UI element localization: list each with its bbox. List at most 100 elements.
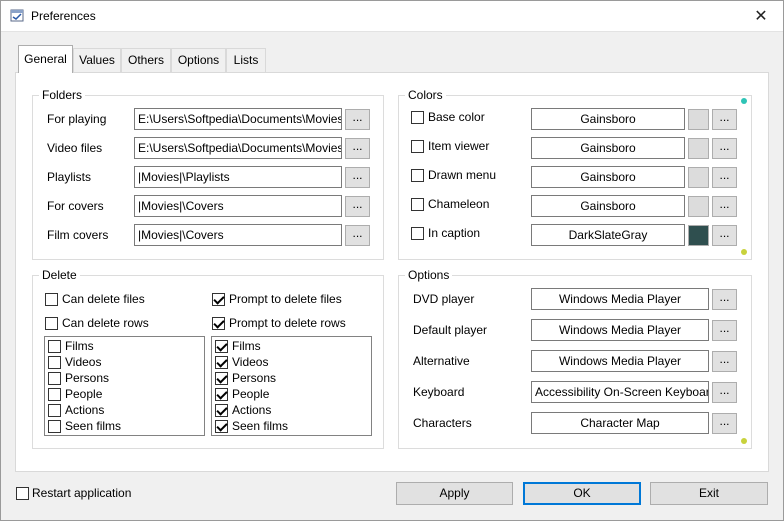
browse-button[interactable]: ... [345, 167, 370, 188]
folder-film-covers-input[interactable]: |Movies|\Covers [134, 224, 342, 246]
color-swatch[interactable] [688, 109, 709, 130]
option-label: Alternative [413, 354, 470, 368]
browse-button[interactable]: ... [712, 320, 737, 341]
preferences-app-icon [10, 9, 24, 22]
item-viewer-checkbox[interactable] [411, 140, 424, 153]
list-item-checkbox[interactable] [215, 404, 228, 417]
color-label: Base color [428, 110, 485, 124]
browse-button[interactable]: ... [712, 109, 737, 130]
list-item-checkbox[interactable] [215, 372, 228, 385]
dvd-player-value[interactable]: Windows Media Player [531, 288, 709, 310]
browse-button[interactable]: ... [345, 109, 370, 130]
tab-label: Values [79, 53, 115, 67]
list-item-checkbox[interactable] [48, 388, 61, 401]
folder-for-covers-input[interactable]: |Movies|\Covers [134, 195, 342, 217]
browse-button[interactable]: ... [712, 196, 737, 217]
browse-button[interactable]: ... [712, 225, 737, 246]
color-label: Item viewer [428, 139, 490, 153]
keyboard-value[interactable]: Accessibility On-Screen Keyboard [531, 381, 709, 403]
browse-button[interactable]: ... [712, 167, 737, 188]
browse-button[interactable]: ... [345, 138, 370, 159]
browse-button[interactable]: ... [712, 138, 737, 159]
list-item-checkbox[interactable] [215, 420, 228, 433]
list-item-checkbox[interactable] [48, 404, 61, 417]
ok-button[interactable]: OK [523, 482, 641, 505]
prompt-delete-files-checkbox[interactable] [212, 293, 225, 306]
drawn-menu-checkbox[interactable] [411, 169, 424, 182]
title-bar: Preferences ✕ [0, 0, 784, 32]
folder-playlists-input[interactable]: |Movies|\Playlists [134, 166, 342, 188]
option-label: Default player [413, 323, 488, 337]
browse-button[interactable]: ... [345, 196, 370, 217]
tab-values[interactable]: Values [73, 48, 121, 72]
tab-label: Options [177, 53, 220, 67]
list-item: Videos [232, 355, 269, 369]
scroll-down-indicator-icon[interactable] [741, 249, 747, 255]
group-title: Folders [39, 88, 86, 102]
color-swatch[interactable] [688, 138, 709, 159]
item-viewer-value[interactable]: Gainsboro [531, 137, 685, 159]
window-title: Preferences [31, 9, 96, 23]
alternative-player-value[interactable]: Windows Media Player [531, 350, 709, 372]
list-item: Films [65, 339, 94, 353]
chameleon-checkbox[interactable] [411, 198, 424, 211]
list-item-checkbox[interactable] [48, 356, 61, 369]
list-item: Videos [65, 355, 102, 369]
tab-lists[interactable]: Lists [226, 48, 266, 72]
drawn-menu-value[interactable]: Gainsboro [531, 166, 685, 188]
color-swatch[interactable] [688, 167, 709, 188]
list-item-checkbox[interactable] [215, 356, 228, 369]
list-item-checkbox[interactable] [48, 372, 61, 385]
chameleon-value[interactable]: Gainsboro [531, 195, 685, 217]
checkbox-label: Prompt to delete rows [229, 316, 346, 330]
restart-application-checkbox[interactable] [16, 487, 29, 500]
color-label: In caption [428, 226, 481, 240]
folder-video-files-input[interactable]: E:\Users\Softpedia\Documents\Movies [134, 137, 342, 159]
close-button[interactable]: ✕ [738, 0, 784, 31]
apply-button[interactable]: Apply [396, 482, 513, 505]
scroll-down-indicator-icon[interactable] [741, 438, 747, 444]
list-item-checkbox[interactable] [48, 340, 61, 353]
list-item-checkbox[interactable] [215, 340, 228, 353]
characters-value[interactable]: Character Map [531, 412, 709, 434]
list-item-checkbox[interactable] [48, 420, 61, 433]
can-delete-rows-checkbox[interactable] [45, 317, 58, 330]
list-item: Seen films [65, 419, 122, 433]
checkbox-label: Can delete files [62, 292, 145, 306]
close-icon: ✕ [754, 7, 768, 25]
browse-button[interactable]: ... [712, 289, 737, 310]
browse-button[interactable]: ... [712, 382, 737, 403]
exit-button[interactable]: Exit [650, 482, 768, 505]
default-player-value[interactable]: Windows Media Player [531, 319, 709, 341]
list-item: People [232, 387, 270, 401]
option-label: Keyboard [413, 385, 465, 399]
checkbox-label: Restart application [32, 486, 132, 500]
browse-button[interactable]: ... [712, 413, 737, 434]
list-item-checkbox[interactable] [215, 388, 228, 401]
tab-label: Lists [233, 53, 259, 67]
color-label: Drawn menu [428, 168, 497, 182]
in-caption-checkbox[interactable] [411, 227, 424, 240]
checkbox-label: Prompt to delete files [229, 292, 342, 306]
browse-button[interactable]: ... [345, 225, 370, 246]
group-title: Options [405, 268, 453, 282]
browse-button[interactable]: ... [712, 351, 737, 372]
folder-label: For playing [47, 112, 107, 126]
prompt-delete-rows-checkbox[interactable] [212, 317, 225, 330]
tab-label: Others [127, 53, 164, 67]
color-swatch[interactable] [688, 225, 709, 246]
can-delete-files-checkbox[interactable] [45, 293, 58, 306]
tab-options[interactable]: Options [171, 48, 226, 72]
scroll-up-indicator-icon[interactable] [741, 98, 747, 104]
base-color-checkbox[interactable] [411, 111, 424, 124]
checkbox-label: Can delete rows [62, 316, 149, 330]
base-color-value[interactable]: Gainsboro [531, 108, 685, 130]
tab-general[interactable]: General [18, 45, 73, 73]
folder-label: Playlists [47, 170, 92, 184]
in-caption-value[interactable]: DarkSlateGray [531, 224, 685, 246]
color-swatch[interactable] [688, 196, 709, 217]
tab-others[interactable]: Others [121, 48, 171, 72]
group-title: Delete [39, 268, 80, 282]
group-title: Colors [405, 88, 446, 102]
folder-for-playing-input[interactable]: E:\Users\Softpedia\Documents\Movies [134, 108, 342, 130]
